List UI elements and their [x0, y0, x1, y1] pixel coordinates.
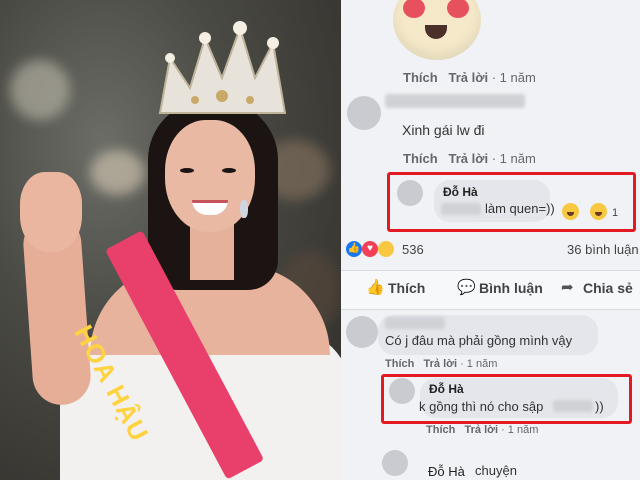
comment-meta: Thích Trả lời · 1 năm — [403, 151, 536, 166]
love-reaction-icon: ♥ — [362, 241, 378, 257]
reply-link[interactable]: Trả lời — [424, 358, 458, 370]
comment-meta: Thích Trả lời · 1 năm — [426, 424, 538, 436]
comment-text: chuyện — [475, 463, 517, 478]
like-button[interactable]: Thích — [388, 280, 425, 296]
background-bokeh — [90, 150, 145, 195]
avatar[interactable] — [346, 316, 378, 348]
eye — [222, 168, 236, 173]
post-actions-bar: 👍 Thích 💬 Bình luận ➦ Chia sẻ — [341, 270, 640, 310]
eye — [180, 168, 194, 173]
like-link[interactable]: Thích — [426, 424, 455, 436]
haha-reaction-icon — [378, 241, 394, 257]
comment-text: Có j đâu mà phải gồng mình vậy — [385, 333, 573, 348]
comment-time: · 1 năm — [491, 151, 536, 166]
earring — [240, 200, 248, 218]
comment-meta: Thích Trả lời · 1 năm — [403, 70, 536, 85]
share-button[interactable]: Chia sẻ — [583, 280, 633, 296]
like-link[interactable]: Thích — [403, 151, 438, 166]
comment-text: Xinh gái lw đi — [402, 122, 485, 138]
comment-time: · 1 năm — [460, 358, 498, 370]
blurred-username — [385, 317, 445, 329]
comment-time: · 1 năm — [501, 424, 539, 436]
avatar[interactable] — [382, 450, 408, 476]
like-link[interactable]: Thích — [385, 358, 414, 370]
heart-eye — [403, 0, 425, 18]
comment-total[interactable]: 36 bình luận — [567, 242, 639, 257]
heart-eye — [447, 0, 469, 18]
miss-vietnam-photo: HOA HẬU — [0, 0, 341, 480]
comment-icon: 💬 — [457, 279, 476, 296]
highlight-box — [381, 374, 632, 424]
reaction-total[interactable]: 536 — [402, 242, 424, 257]
crown-icon — [158, 21, 287, 114]
background-bokeh — [10, 60, 70, 120]
comment-button[interactable]: Bình luận — [479, 280, 543, 296]
highlight-box — [387, 172, 636, 232]
thumbs-up-icon: 👍 — [366, 279, 385, 296]
like-link[interactable]: Thích — [403, 70, 438, 85]
share-icon: ➦ — [561, 279, 574, 296]
reply-link[interactable]: Trả lời — [449, 151, 489, 166]
comment-meta: Thích Trả lời · 1 năm — [385, 358, 497, 370]
comment-author[interactable]: Đỗ Hà — [428, 464, 465, 479]
reply-link[interactable]: Trả lời — [449, 70, 489, 85]
reply-link[interactable]: Trả lời — [465, 424, 499, 436]
emoji-mouth — [425, 25, 447, 39]
comment-time: · 1 năm — [491, 70, 536, 85]
avatar[interactable] — [347, 96, 381, 130]
like-reaction-icon: 👍 — [346, 241, 362, 257]
waving-hand — [20, 172, 82, 252]
blurred-username — [385, 94, 525, 108]
